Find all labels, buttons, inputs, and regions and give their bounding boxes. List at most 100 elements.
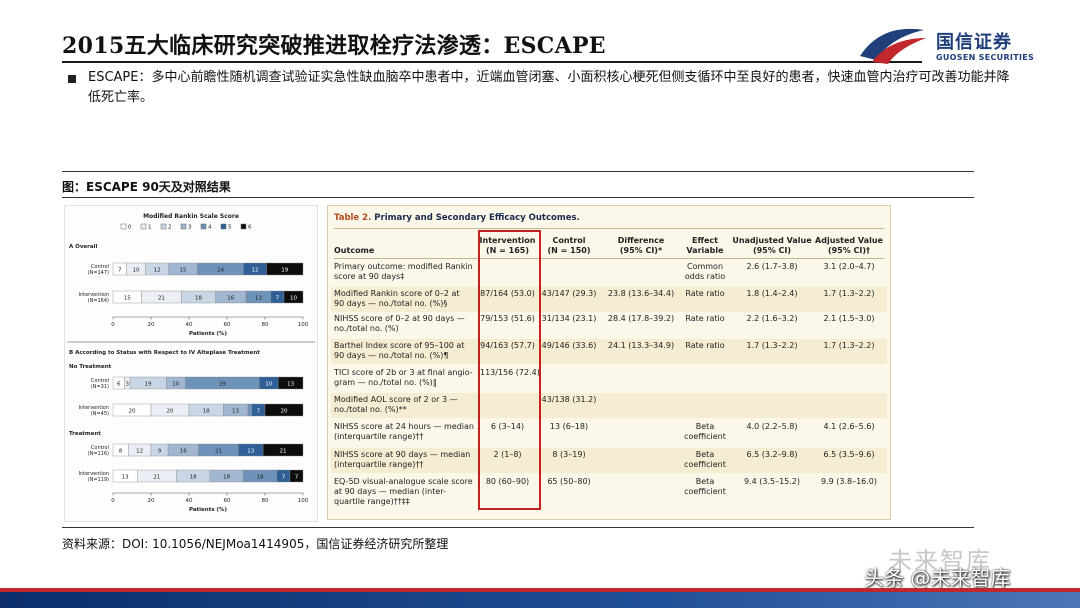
bar-label-b-tx-control-score-1: 12 — [136, 448, 143, 454]
row-outcome: Primary outcome: modified Rankin score at… — [334, 262, 484, 282]
cell-adjusted-line: 9.9 (3.8–16.0) — [820, 477, 878, 486]
intervention-highlight-box — [478, 230, 541, 510]
bar-label-a-control-score-5: 12 — [252, 267, 259, 273]
bar-label-b-no-control-score-6: 13 — [287, 381, 294, 387]
summary-bullet: ESCAPE：多中心前瞻性随机调查试验证实急性缺血脑卒中患者中，近端血管闭塞、小… — [62, 68, 1022, 108]
bullet-square-icon — [68, 75, 76, 83]
cell-unadjusted: 2.6 (1.7–3.8) — [732, 262, 812, 272]
cell-unadjusted-line: 1.8 (1.4–2.4) — [746, 289, 798, 298]
cell-unadjusted-line: 2.2 (1.6–3.2) — [746, 314, 798, 323]
cell-control: 13 (6–18) — [538, 422, 600, 432]
cell-control: 8 (3–19) — [538, 450, 600, 460]
bar-label-b-no-control-score-5: 10 — [265, 381, 272, 387]
row-outcome-line: Modified AOL score of 2 or 3 — — [334, 395, 458, 404]
logo-text-cn: 国信证券 — [936, 32, 1012, 53]
row-outcome-line: no./total no. (%) — [334, 324, 399, 333]
cell-unadjusted: 9.4 (3.5–15.2) — [732, 477, 812, 487]
bar-label-b-no-control-score-1: 3 — [126, 381, 130, 387]
row-outcome: NIHSS score at 24 hours — median (interqu… — [334, 422, 484, 442]
cell-difference-line: 23.8 (13.6–34.4) — [607, 289, 675, 298]
bar-label-b-tx-intervention-score-6: 7 — [295, 474, 299, 480]
bar-label-a-control-score-6: 19 — [281, 267, 288, 273]
bar-b-no-intervention-score-4 — [247, 403, 252, 417]
cell-effect-line: Beta — [695, 422, 715, 431]
header-difference-line: Difference — [617, 236, 665, 245]
cell-adjusted: 9.9 (3.8–16.0) — [812, 477, 886, 487]
legend-label-5: 5 — [228, 225, 232, 231]
header-outcome: Outcome — [334, 246, 374, 256]
row-n-b-tx-intervention: (N=119) — [88, 477, 109, 483]
row-outcome-line: EQ-5D visual-analogue scale score — [334, 477, 473, 486]
legend-label-6: 6 — [248, 225, 252, 231]
x-tick-label-b-40: 40 — [186, 498, 193, 504]
header-control: Control (N = 150) — [538, 236, 600, 256]
cell-control-line: 43/147 (29.3) — [541, 289, 597, 298]
bar-label-b-no-intervention-score-2: 18 — [203, 408, 210, 414]
header-effect-line: Effect — [692, 236, 718, 245]
legend-label-2: 2 — [168, 225, 172, 231]
cell-unadjusted-line: 6.5 (3.2–9.8) — [746, 450, 798, 459]
legend-swatch-2 — [160, 223, 167, 230]
legend-label-0: 0 — [128, 225, 132, 231]
cell-effect-line: Beta — [695, 477, 715, 486]
cell-effect: Common odds ratio — [678, 262, 732, 282]
bar-label-b-tx-control-score-6: 21 — [280, 448, 287, 454]
row-outcome-line: 90 days — no./total no. (%)§ — [334, 299, 448, 308]
watermark-bottom: 头条 @未来智库 — [864, 566, 1011, 590]
bar-label-b-tx-intervention-score-0: 13 — [122, 474, 129, 480]
bar-label-b-no-control-score-2: 19 — [145, 381, 152, 387]
panel-b-label: B According to Status with Respect to IV… — [69, 350, 260, 356]
header-unadjusted-line: Unadjusted Value — [732, 236, 812, 245]
table-title-prefix: Table 2. — [334, 213, 372, 223]
footer-blue-bar — [0, 592, 1080, 608]
cell-unadjusted: 1.7 (1.3–2.2) — [732, 341, 812, 351]
cell-unadjusted-line: 9.4 (3.5–15.2) — [743, 477, 801, 486]
x-tick-label-b-100: 100 — [298, 498, 309, 504]
bar-label-b-no-intervention-score-3: 13 — [232, 408, 239, 414]
row-n-b-no-intervention: (N=45) — [91, 411, 109, 417]
cell-effect: Rate ratio — [678, 314, 732, 324]
bar-label-a-intervention-score-4: 13 — [255, 295, 262, 301]
bar-label-b-no-control-score-3: 10 — [172, 381, 179, 387]
cell-unadjusted: 4.0 (2.2–5.8) — [732, 422, 812, 432]
row-outcome: Modified AOL score of 2 or 3 — no./total … — [334, 395, 484, 415]
row-outcome: NIHSS score at 90 days — median (interqua… — [334, 450, 484, 470]
cell-effect-line: Common — [686, 262, 724, 271]
row-outcome: NIHSS score of 0–2 at 90 days — no./total… — [334, 314, 484, 334]
cell-difference: 28.4 (17.8–39.2) — [604, 314, 678, 324]
table-header-rule — [334, 258, 884, 259]
bar-label-b-tx-control-score-4: 21 — [215, 448, 222, 454]
chart-title: Modified Rankin Scale Score — [143, 213, 239, 220]
x-tick-label-a-20: 20 — [148, 322, 155, 328]
header-effect-line: Variable — [686, 246, 724, 255]
panel-a-label: A Overall — [69, 244, 97, 250]
x-tick-label-b-60: 60 — [224, 498, 231, 504]
row-outcome-line: TICI score of 2b or 3 at final angio- — [334, 368, 473, 377]
cell-adjusted: 4.1 (2.6–5.6) — [812, 422, 886, 432]
bar-label-b-tx-intervention-score-4: 18 — [257, 474, 264, 480]
row-outcome-line: gram — no./total no. (%)‖ — [334, 378, 437, 387]
cell-effect: Rate ratio — [678, 289, 732, 299]
x-tick-label-a-100: 100 — [298, 322, 309, 328]
mrs-stacked-bar-chart: Modified Rankin Scale Score0 1 2 3 4 5 6A Over… — [67, 213, 315, 513]
cell-difference: 23.8 (13.6–34.4) — [604, 289, 678, 299]
row-outcome-line: NIHSS score at 90 days — median — [334, 450, 471, 459]
row-n-a-intervention: (N=164) — [88, 298, 109, 304]
cell-effect-line: coefficient — [684, 432, 726, 441]
cell-control: 65 (50–80) — [538, 477, 600, 487]
cell-adjusted-line: 1.7 (1.3–2.2) — [823, 289, 875, 298]
company-logo: 国信证券 GUOSEN SECURITIES — [858, 24, 1038, 68]
table-title: Table 2. Primary and Secondary Efficacy … — [334, 213, 580, 223]
cell-effect-line: coefficient — [684, 487, 726, 496]
row-outcome-line: NIHSS score of 0–2 at 90 days — — [334, 314, 465, 323]
cell-control: 43/138 (31.2) — [538, 395, 600, 405]
efficacy-table-panel: Table 2. Primary and Secondary Efficacy … — [327, 205, 891, 520]
cell-control: 31/134 (23.1) — [538, 314, 600, 324]
bar-label-a-control-score-4: 24 — [217, 267, 224, 273]
row-outcome-line: at 90 days — median (inter- — [334, 487, 446, 496]
header-outcome-line: Outcome — [334, 246, 375, 255]
cell-effect-line: Beta — [695, 450, 715, 459]
x-tick-label-a-80: 80 — [262, 322, 269, 328]
x-tick-label-a-40: 40 — [186, 322, 193, 328]
bar-label-b-no-intervention-score-5: 7 — [257, 408, 261, 414]
